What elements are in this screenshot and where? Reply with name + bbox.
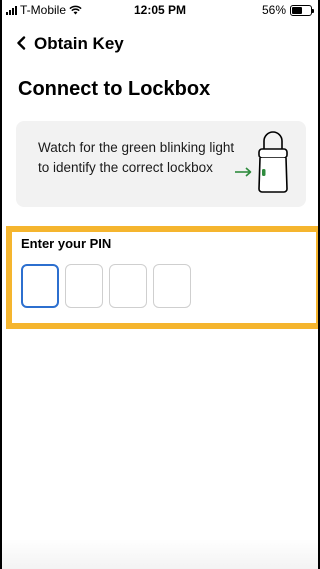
pin-section: Enter your PIN bbox=[6, 226, 318, 329]
pin-input-group bbox=[21, 264, 191, 308]
info-card-text: Watch for the green blinking light to id… bbox=[38, 140, 235, 175]
pin-label: Enter your PIN bbox=[21, 236, 112, 251]
battery-icon bbox=[290, 4, 314, 16]
nav-bar: Obtain Key bbox=[2, 22, 318, 66]
pin-digit-3[interactable] bbox=[109, 264, 147, 308]
pin-digit-1[interactable] bbox=[21, 264, 59, 308]
battery-percent: 56% bbox=[261, 3, 286, 17]
lockbox-icon bbox=[235, 131, 288, 193]
app-screen: T-Mobile 12:05 PM 56% Obtain Key Connect… bbox=[2, 0, 318, 569]
chevron-left-icon bbox=[17, 36, 26, 50]
pin-digit-2[interactable] bbox=[65, 264, 103, 308]
bottom-shade bbox=[2, 539, 318, 569]
battery-fill bbox=[292, 6, 303, 14]
page-title: Connect to Lockbox bbox=[18, 78, 211, 100]
info-card: Watch for the green blinking light to id… bbox=[16, 121, 306, 207]
status-right: 56% bbox=[261, 3, 314, 17]
back-button[interactable] bbox=[16, 34, 26, 54]
status-bar: T-Mobile 12:05 PM 56% bbox=[2, 0, 318, 22]
pin-digit-4[interactable] bbox=[153, 264, 191, 308]
nav-title: Obtain Key bbox=[34, 34, 124, 53]
